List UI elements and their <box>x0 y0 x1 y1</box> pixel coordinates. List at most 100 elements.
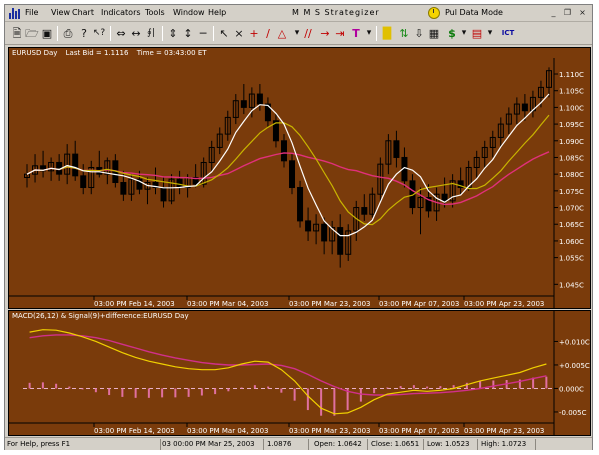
candle-body <box>160 187 167 202</box>
menu-bar: File View Chart Indicators Tools Window … <box>5 5 592 22</box>
scroll-vert-icon[interactable]: ⇕ <box>166 26 180 41</box>
status-separator <box>160 439 161 450</box>
ray-icon[interactable]: → <box>318 26 332 41</box>
macd-x-tick-label: 03:00 PM Mar 23, 2003 <box>289 427 371 435</box>
settings-dropdown-icon[interactable]: ▾ <box>483 26 497 41</box>
macd-signal-line <box>29 334 547 396</box>
text-icon[interactable]: T <box>349 26 363 41</box>
status-separator <box>423 439 424 450</box>
toolbar: 🗎 🗁 ▣ ⎙ ? ↖? ⇔ ↔ ∮| ⇕ ↕ ─ ↖ × + ∕ △ ▾ ∕∕… <box>5 23 592 45</box>
candle-body <box>289 160 296 189</box>
status-close-text: Close: 1.0651 <box>371 440 420 448</box>
menu-chart[interactable]: Chart <box>72 8 94 18</box>
macd-y-tick-label: 0.000C <box>559 385 584 393</box>
macd-y-tick-label: -0.005C <box>559 409 587 417</box>
menu-view[interactable]: View <box>51 8 70 18</box>
price-pane-title: EURUSD Day Last Bid = 1.1116 Time = 03:4… <box>12 49 213 57</box>
candle-body <box>120 182 127 195</box>
arrow-right-icon[interactable]: ⇥ <box>333 26 347 41</box>
status-low-text: Low: 1.0523 <box>427 440 470 448</box>
macd-chart[interactable]: +0.010C +0.005C 0.000C -0.005C 03:00 PM Feb … <box>9 311 591 436</box>
price-y-tick-label: 1.110C <box>559 71 584 79</box>
candle-body <box>305 220 312 232</box>
bull-bear-icon[interactable]: ⇅ <box>397 26 411 41</box>
macd-line <box>29 329 547 415</box>
candle-body <box>393 140 400 158</box>
status-price-text: 1.0876 <box>267 440 292 448</box>
channel-icon[interactable]: ∕∕ <box>301 26 315 41</box>
ict-icon[interactable]: ICT <box>498 26 518 41</box>
crosshair-icon[interactable]: × <box>232 26 246 41</box>
data-mode-label[interactable]: Pul Data Mode <box>445 8 503 17</box>
price-chart[interactable]: 1.110C 1.105C 1.100C 1.095C 1.090C 1.085C 1.08… <box>9 48 591 309</box>
price-x-tick-label: 03:00 PM Apr 07, 2003 <box>379 300 459 308</box>
price-y-tick-label: 1.095C <box>559 121 584 129</box>
candle-body <box>321 223 328 242</box>
menu-file[interactable]: File <box>25 8 38 18</box>
trendline-icon[interactable]: ∕ <box>261 26 275 41</box>
menu-help[interactable]: Help <box>208 8 226 18</box>
menu-tools[interactable]: Tools <box>145 8 165 18</box>
price-y-tick-label: 1.085C <box>559 154 584 162</box>
candle-body <box>72 153 79 177</box>
status-bar: For Help, press F1 03 00:00 PM Mar 25, 20… <box>5 437 592 450</box>
candle-body <box>240 100 247 108</box>
price-y-tick-label: 1.080C <box>559 171 584 179</box>
chart-settings-icon[interactable]: ▤ <box>470 26 484 41</box>
price-x-tick-label: 03:00 PM Mar 04, 2003 <box>187 300 269 308</box>
menu-indicators[interactable]: Indicators <box>101 8 141 18</box>
status-open-text: Open: 1.0642 <box>314 440 362 448</box>
time-label: Time = 03:43:00 ET <box>136 49 207 57</box>
horizontal-line-icon[interactable]: ─ <box>196 26 210 41</box>
app-window: File View Chart Indicators Tools Window … <box>4 4 593 450</box>
candle-body <box>337 227 344 255</box>
price-y-tick-label: 1.055C <box>559 255 584 263</box>
status-high-text: High: 1.0723 <box>481 440 527 448</box>
candle-body <box>256 93 263 105</box>
close-button[interactable]: × <box>577 8 588 18</box>
new-file-icon[interactable]: 🗎 <box>10 26 24 41</box>
price-y-tick-label: 1.070C <box>559 205 584 213</box>
status-separator <box>535 439 536 450</box>
clock-icon[interactable] <box>428 7 440 19</box>
macd-pane-title: MACD(26,12) & Signal(9)+difference:EURUS… <box>12 312 195 320</box>
window-title: M M S Strategizer <box>292 8 380 17</box>
price-chart-pane[interactable]: 1.110C 1.105C 1.100C 1.095C 1.090C 1.085C 1.08… <box>8 47 591 309</box>
status-separator <box>308 439 309 450</box>
last-bid-label: Last Bid = 1.1116 <box>65 49 129 57</box>
status-date-text: 03 00:00 PM Mar 25, 2003 <box>162 440 255 448</box>
candle-body <box>521 103 528 112</box>
text-dropdown-icon[interactable]: ▾ <box>362 26 376 41</box>
open-folder-icon[interactable]: 🗁 <box>25 26 39 41</box>
menu-window[interactable]: Window <box>173 8 205 18</box>
candle-body <box>176 178 183 189</box>
symbol-label: EURUSD Day <box>12 49 58 57</box>
app-logo-icon[interactable] <box>9 8 20 19</box>
scroll-left-icon[interactable]: ⇔ <box>114 26 128 41</box>
help-icon[interactable]: ? <box>77 26 91 41</box>
scroll-both-icon[interactable]: ↔ <box>129 26 143 41</box>
candle-body <box>297 187 304 222</box>
macd-chart-pane[interactable]: +0.010C +0.005C 0.000C -0.005C 03:00 PM Feb … <box>8 310 591 436</box>
status-help-text: For Help, press F1 <box>7 440 71 448</box>
plus-icon[interactable]: + <box>247 26 261 41</box>
price-x-tick-label: 03:00 PM Apr 23, 2003 <box>464 300 544 308</box>
restore-button[interactable]: ❐ <box>562 8 573 18</box>
price-y-tick-label: 1.105C <box>559 88 584 96</box>
grid-icon[interactable]: ▦ <box>427 26 441 41</box>
dollar-dropdown-icon[interactable]: ▾ <box>457 26 471 41</box>
price-y-tick-label: 1.060C <box>559 238 584 246</box>
scroll-vert-both-icon[interactable]: ↕ <box>181 26 195 41</box>
price-y-tick-label: 1.065C <box>559 221 584 229</box>
save-icon[interactable]: ▣ <box>40 26 54 41</box>
bars-icon[interactable]: ∮| <box>144 26 158 41</box>
print-icon[interactable]: ⎙ <box>61 26 75 41</box>
whats-this-icon[interactable]: ↖? <box>92 26 106 41</box>
pointer-icon[interactable]: ↖ <box>217 26 231 41</box>
price-y-tick-label: 1.045C <box>559 281 584 289</box>
highlighter-icon[interactable]: █ <box>380 26 394 41</box>
minimize-button[interactable]: _ <box>548 8 559 18</box>
shapes-icon[interactable]: △ <box>275 26 289 41</box>
arrow-down-icon[interactable]: ⇩ <box>412 26 426 41</box>
macd-y-tick-label: +0.005C <box>559 362 590 370</box>
